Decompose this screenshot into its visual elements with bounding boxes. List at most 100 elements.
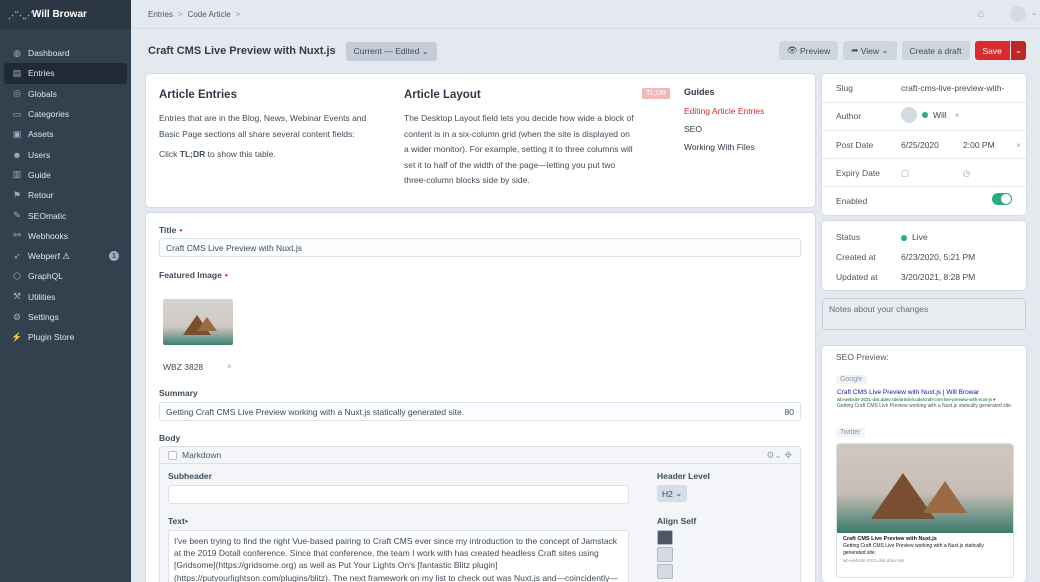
align-option-middle[interactable] [657,547,673,562]
graphql-icon: ⬡ [13,270,21,281]
nav-item-seomatic[interactable]: ✎ SEOmatic [0,205,131,225]
avatar[interactable] [1010,6,1026,22]
entry-fields-card: Title • Craft CMS Live Preview with Nuxt.… [146,213,815,582]
nav-item-assets[interactable]: ▣ Assets [0,124,131,144]
body-matrix-block: Markdown ⚙⌄ ✥ Subheader Header Level H2 … [159,446,801,582]
twitter-card-title: Craft CMS Live Preview with Nuxt.js [843,536,937,542]
image-icon: ▣ [12,128,22,139]
summary-input[interactable]: Getting Craft CMS Live Preview working w… [159,402,801,421]
author-field[interactable]: Will × [901,107,960,123]
post-time-input[interactable]: 2:00 PM [963,140,995,150]
status-dot [901,234,907,241]
nav-item-plugin-store[interactable]: ⚡ Plugin Store [0,327,131,347]
preview-button[interactable]: 👁 Preview [778,41,839,60]
summary-text: Getting Craft CMS Live Preview working w… [166,407,465,417]
nav-item-webperf[interactable]: ➶ Webperf ⚠ 1 [0,246,131,266]
avatar [901,107,917,123]
tldr-hint: Click TL;DR to show this table. [159,149,276,159]
post-date-input[interactable]: 6/25/2020 [901,140,939,150]
google-tag: Google [836,375,867,384]
revision-notes-input[interactable]: Notes about your changes [822,298,1026,330]
nav-item-dashboard[interactable]: ◍ Dashboard [0,43,131,63]
chevron-down-icon: ⌄ [1014,45,1022,55]
breadcrumb-separator: > [235,9,241,19]
slug-input[interactable]: craft-cms-live-preview-with- [901,83,1021,93]
created-label: Created at [836,252,876,262]
gift-icon[interactable]: ⌂ [977,8,984,20]
post-date-label: Post Date [836,140,874,150]
article-entries-heading: Article Entries [159,89,237,101]
nav-item-users[interactable]: ☻ Users [0,144,131,164]
breadcrumb-section[interactable]: Code Article [188,10,231,19]
flag-icon: ⚑ [12,189,22,200]
align-option-top[interactable] [657,530,673,545]
nav-item-settings[interactable]: ⚙ Settings [0,307,131,327]
enabled-toggle[interactable] [992,193,1012,205]
nav-item-utilities[interactable]: ⚒ Utilities [0,287,131,307]
twitter-tag: Twitter [836,428,865,437]
divider [822,158,1026,159]
author-label: Author [836,111,862,121]
character-counter: 80 [784,407,794,417]
status-label: Status [836,232,861,242]
eye-icon: 👁 [786,45,798,55]
gear-icon: ⚙ [12,311,22,322]
nav-item-graphql[interactable]: ⬡ GraphQL [0,266,131,286]
nav-item-webhooks[interactable]: ⚯ Webhooks [0,226,131,246]
view-button[interactable]: ➦ View ⌄ [843,41,897,60]
guide-link[interactable]: Working With Files [684,142,804,152]
calendar-icon[interactable]: ▢ [901,168,909,179]
nav-item-guide[interactable]: ▥ Guide [0,165,131,185]
webhook-icon: ⚯ [13,230,21,241]
required-marker: • [184,516,188,526]
block-settings-icon[interactable]: ⚙⌄ ✥ [766,450,792,461]
header-level-select[interactable]: H2 ⌄ [657,485,688,502]
text-label: Text• [168,516,188,526]
align-option-bottom[interactable] [657,564,673,579]
tldr-button[interactable]: TL;DR [642,88,671,99]
remove-author-icon[interactable]: × [955,110,960,120]
wrench-icon: ⚒ [12,291,22,302]
align-self-label: Align Self [657,516,697,526]
summary-label: Summary [159,388,198,398]
nav-item-globals[interactable]: ◎ Globals [0,84,131,104]
title-input[interactable]: Craft CMS Live Preview with Nuxt.js [159,238,801,257]
logo-icon: ⋰⋱⋰ [8,9,33,20]
block-select-checkbox[interactable] [168,450,177,460]
guide-card: Article Entries Entries that are in the … [146,74,815,207]
clear-date-icon[interactable]: × [1016,140,1021,150]
dashboard-icon: ◍ [13,47,21,58]
clock-icon[interactable]: ◷ [963,168,970,179]
rocket-icon: ➶ [13,250,21,261]
revision-menu-button[interactable]: Current — Edited ⌄ [345,41,437,61]
chevron-down-icon: ⌄ [421,45,429,56]
featured-image-label: Featured Image • [159,270,228,280]
text-editor[interactable]: I've been trying to find the right Vue-b… [168,530,629,582]
chevron-down-icon[interactable]: ⌄ [1031,9,1037,17]
seo-icon: ✎ [13,210,21,221]
site-brand[interactable]: ⋰⋱⋰ Will Browar [0,0,131,29]
chevron-down-icon: ⌄ [881,45,889,55]
nav-item-retour[interactable]: ⚑ Retour [0,185,131,205]
save-button[interactable]: Save [974,41,1010,60]
title-bar: Craft CMS Live Preview with Nuxt.js Curr… [131,29,1040,73]
article-layout-heading: Article Layout [404,89,481,101]
guide-link[interactable]: SEO [684,124,804,134]
nav-item-categories[interactable]: ▭ Categories [0,104,131,124]
breadcrumb-entries[interactable]: Entries [148,10,173,19]
body-label: Body [159,433,181,443]
guide-link[interactable]: Editing Article Entries [684,106,804,116]
created-value: 6/23/2020, 5:21 PM [901,252,976,262]
save-menu-button[interactable]: ⌄ [1010,41,1026,60]
updated-value: 3/20/2021, 8:28 PM [901,272,976,282]
subheader-input[interactable] [168,485,629,504]
nav-item-entries[interactable]: ▤ Entries [4,63,127,84]
featured-image-thumbnail[interactable] [163,299,233,345]
action-buttons: 👁 Preview ➦ View ⌄ Create a draft Save ⌄ [778,41,1026,60]
google-result-title[interactable]: Craft CMS Live Preview with Nuxt.js | Wi… [837,389,979,396]
guides-list: Guides Editing Article Entries SEO Worki… [684,87,804,160]
create-draft-button[interactable]: Create a draft [901,41,970,60]
remove-asset-icon[interactable]: × [227,362,232,371]
required-marker: • [224,270,228,280]
article-layout-text: The Desktop Layout field lets you decide… [404,113,634,185]
